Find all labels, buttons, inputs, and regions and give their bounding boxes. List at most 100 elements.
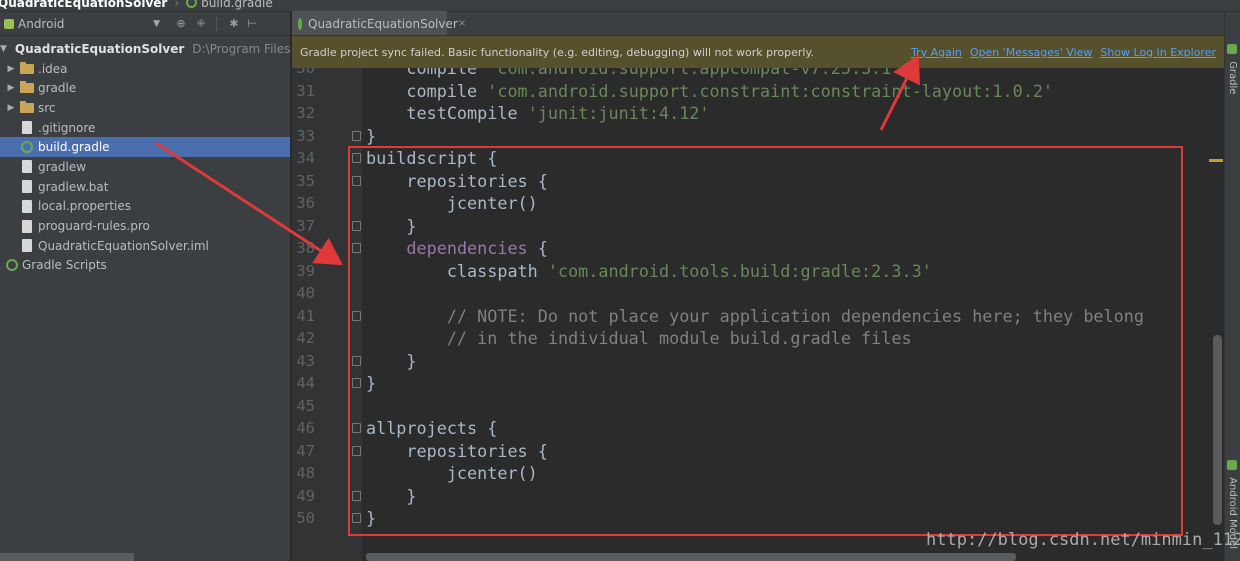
tree-item-label: local.properties xyxy=(38,199,132,214)
line-number: 37 xyxy=(296,216,315,235)
expand-arrow-icon[interactable]: ▶ xyxy=(6,83,16,93)
line-number: 30 xyxy=(296,68,315,77)
breadcrumb-project[interactable]: QuadraticEquationSolver xyxy=(0,0,171,10)
code-line: 31 compile 'com.android.support.constrai… xyxy=(292,80,1224,103)
tree-item-gradle[interactable]: ▶ gradle xyxy=(0,78,290,98)
editor-horizontal-scrollbar[interactable] xyxy=(366,553,1016,561)
tree-item-label: build.gradle xyxy=(38,140,110,155)
gradle-tool-tab[interactable]: Gradle xyxy=(1227,44,1238,94)
line-number: 38 xyxy=(296,239,315,257)
gear-icon[interactable]: ✱ xyxy=(227,17,241,31)
line-number: 39 xyxy=(296,261,315,280)
expand-arrow-icon[interactable]: ▶ xyxy=(6,103,16,113)
tree-item-label: gradlew.bat xyxy=(38,179,109,194)
view-selector-label: Android xyxy=(18,16,65,31)
tree-item-iml[interactable]: QuadraticEquationSolver.iml xyxy=(0,236,290,256)
line-number: 44 xyxy=(296,374,315,392)
line-number: 49 xyxy=(296,486,315,505)
line-number: 42 xyxy=(296,329,315,347)
file-icon xyxy=(22,180,32,194)
navigation-bar: QuadraticEquationSolver › build.gradle xyxy=(0,0,1240,12)
tree-item-label: src xyxy=(38,100,56,115)
tree-item-label: .gitignore xyxy=(38,120,96,135)
tab-build-gradle[interactable]: QuadraticEquationSolver × xyxy=(292,11,466,35)
view-selector-dropdown[interactable]: Android ▼ xyxy=(4,17,164,31)
file-icon xyxy=(22,219,32,233)
editor-tab-strip: QuadraticEquationSolver × xyxy=(292,11,1224,36)
line-number: 48 xyxy=(296,464,315,482)
folder-icon xyxy=(20,81,34,94)
tree-item-gitignore[interactable]: .gitignore xyxy=(0,118,290,138)
line-number: 34 xyxy=(296,149,315,167)
tree-root[interactable]: ▼ QuadraticEquationSolver D:\Program Fil… xyxy=(0,39,290,59)
breadcrumb-file-label: build.gradle xyxy=(201,0,273,10)
tree-root-path: D:\Program Files (x86 xyxy=(192,41,290,56)
android-icon xyxy=(4,18,14,29)
line-number: 50 xyxy=(296,509,315,527)
collapse-icon[interactable]: ⊢ xyxy=(245,17,259,31)
line-number: 32 xyxy=(296,104,315,122)
folder-icon xyxy=(20,100,34,113)
code-line: 30 compile 'com.android.support:appcompa… xyxy=(292,68,1224,80)
gradle-icon xyxy=(1227,44,1237,54)
chevron-down-icon: ▼ xyxy=(153,18,160,29)
line-number: 40 xyxy=(296,284,315,302)
right-tool-strip: Gradle Android Model xyxy=(1224,12,1240,561)
tree-item-build-gradle[interactable]: build.gradle xyxy=(0,137,290,158)
file-icon xyxy=(22,199,32,213)
split-icon[interactable]: ⁜ xyxy=(194,17,208,31)
tab-label: QuadraticEquationSolver xyxy=(308,16,458,31)
tree-item-local-properties[interactable]: local.properties xyxy=(0,197,290,217)
target-icon[interactable]: ⊕ xyxy=(174,17,188,31)
file-icon xyxy=(22,239,32,253)
try-again-link[interactable]: Try Again xyxy=(911,46,962,59)
tree-item-idea[interactable]: ▶ .idea xyxy=(0,59,290,79)
toolbar-divider xyxy=(216,16,217,31)
code-text: compile 'com.android.support:appcompat-v… xyxy=(366,68,902,78)
line-number: 41 xyxy=(296,306,315,325)
code-text: } xyxy=(366,125,377,146)
show-log-link[interactable]: Show Log in Explorer xyxy=(1100,46,1216,59)
expand-arrow-icon[interactable]: ▼ xyxy=(0,44,7,54)
file-icon xyxy=(22,121,32,135)
fold-marker-icon[interactable] xyxy=(352,130,361,141)
android-icon xyxy=(1227,460,1237,470)
tree-item-gradle-scripts[interactable]: Gradle Scripts xyxy=(0,256,290,276)
expand-arrow-icon[interactable]: ▶ xyxy=(6,64,16,74)
breadcrumb-separator: › xyxy=(174,0,180,10)
gradle-icon xyxy=(186,0,198,8)
error-stripe-marker[interactable] xyxy=(1209,159,1223,162)
code-line: 33} xyxy=(292,125,1224,148)
line-number: 47 xyxy=(296,441,315,460)
breadcrumb-file[interactable]: build.gradle xyxy=(182,0,277,10)
close-icon[interactable]: × xyxy=(458,18,466,29)
tree-item-src[interactable]: ▶ src xyxy=(0,98,290,118)
gradle-icon xyxy=(21,141,33,154)
code-text: testCompile 'junit:junit:4.12' xyxy=(366,103,710,123)
notification-links: Try Again Open 'Messages' View Show Log … xyxy=(911,46,1216,59)
notification-message: Gradle project sync failed. Basic functi… xyxy=(300,45,814,59)
annotation-highlight-box xyxy=(348,146,1183,536)
line-number: 45 xyxy=(296,396,315,415)
tree-item-label: .idea xyxy=(38,61,68,76)
editor-vertical-scrollbar[interactable] xyxy=(1213,335,1222,525)
watermark: http://blog.csdn.net/minmin_1123 xyxy=(926,530,1240,550)
line-number: 36 xyxy=(296,194,315,212)
line-number: 35 xyxy=(296,171,315,190)
project-panel-toolbar: Android ▼ ⊕ ⁜ ✱ ⊢ xyxy=(0,12,290,36)
open-messages-link[interactable]: Open 'Messages' View xyxy=(970,46,1092,59)
tree-item-label: QuadraticEquationSolver.iml xyxy=(38,238,209,253)
line-number: 31 xyxy=(296,81,315,100)
line-number: 33 xyxy=(296,126,315,145)
tree-item-gradlew[interactable]: gradlew xyxy=(0,157,290,177)
code-text: compile 'com.android.support.constraint:… xyxy=(366,80,1054,101)
gradle-tool-tab-label: Gradle xyxy=(1227,61,1238,95)
tree-root-label: QuadraticEquationSolver xyxy=(14,41,185,56)
file-icon xyxy=(22,160,32,174)
tree-item-proguard-rules[interactable]: proguard-rules.pro xyxy=(0,216,290,236)
tree-item-gradlew-bat[interactable]: gradlew.bat xyxy=(0,177,290,197)
project-panel: Android ▼ ⊕ ⁜ ✱ ⊢ ▼ QuadraticEquationSol… xyxy=(0,12,291,561)
project-panel-scrollbar[interactable] xyxy=(0,553,134,561)
project-tree: ▼ QuadraticEquationSolver D:\Program Fil… xyxy=(0,36,290,275)
line-number: 46 xyxy=(296,419,315,437)
